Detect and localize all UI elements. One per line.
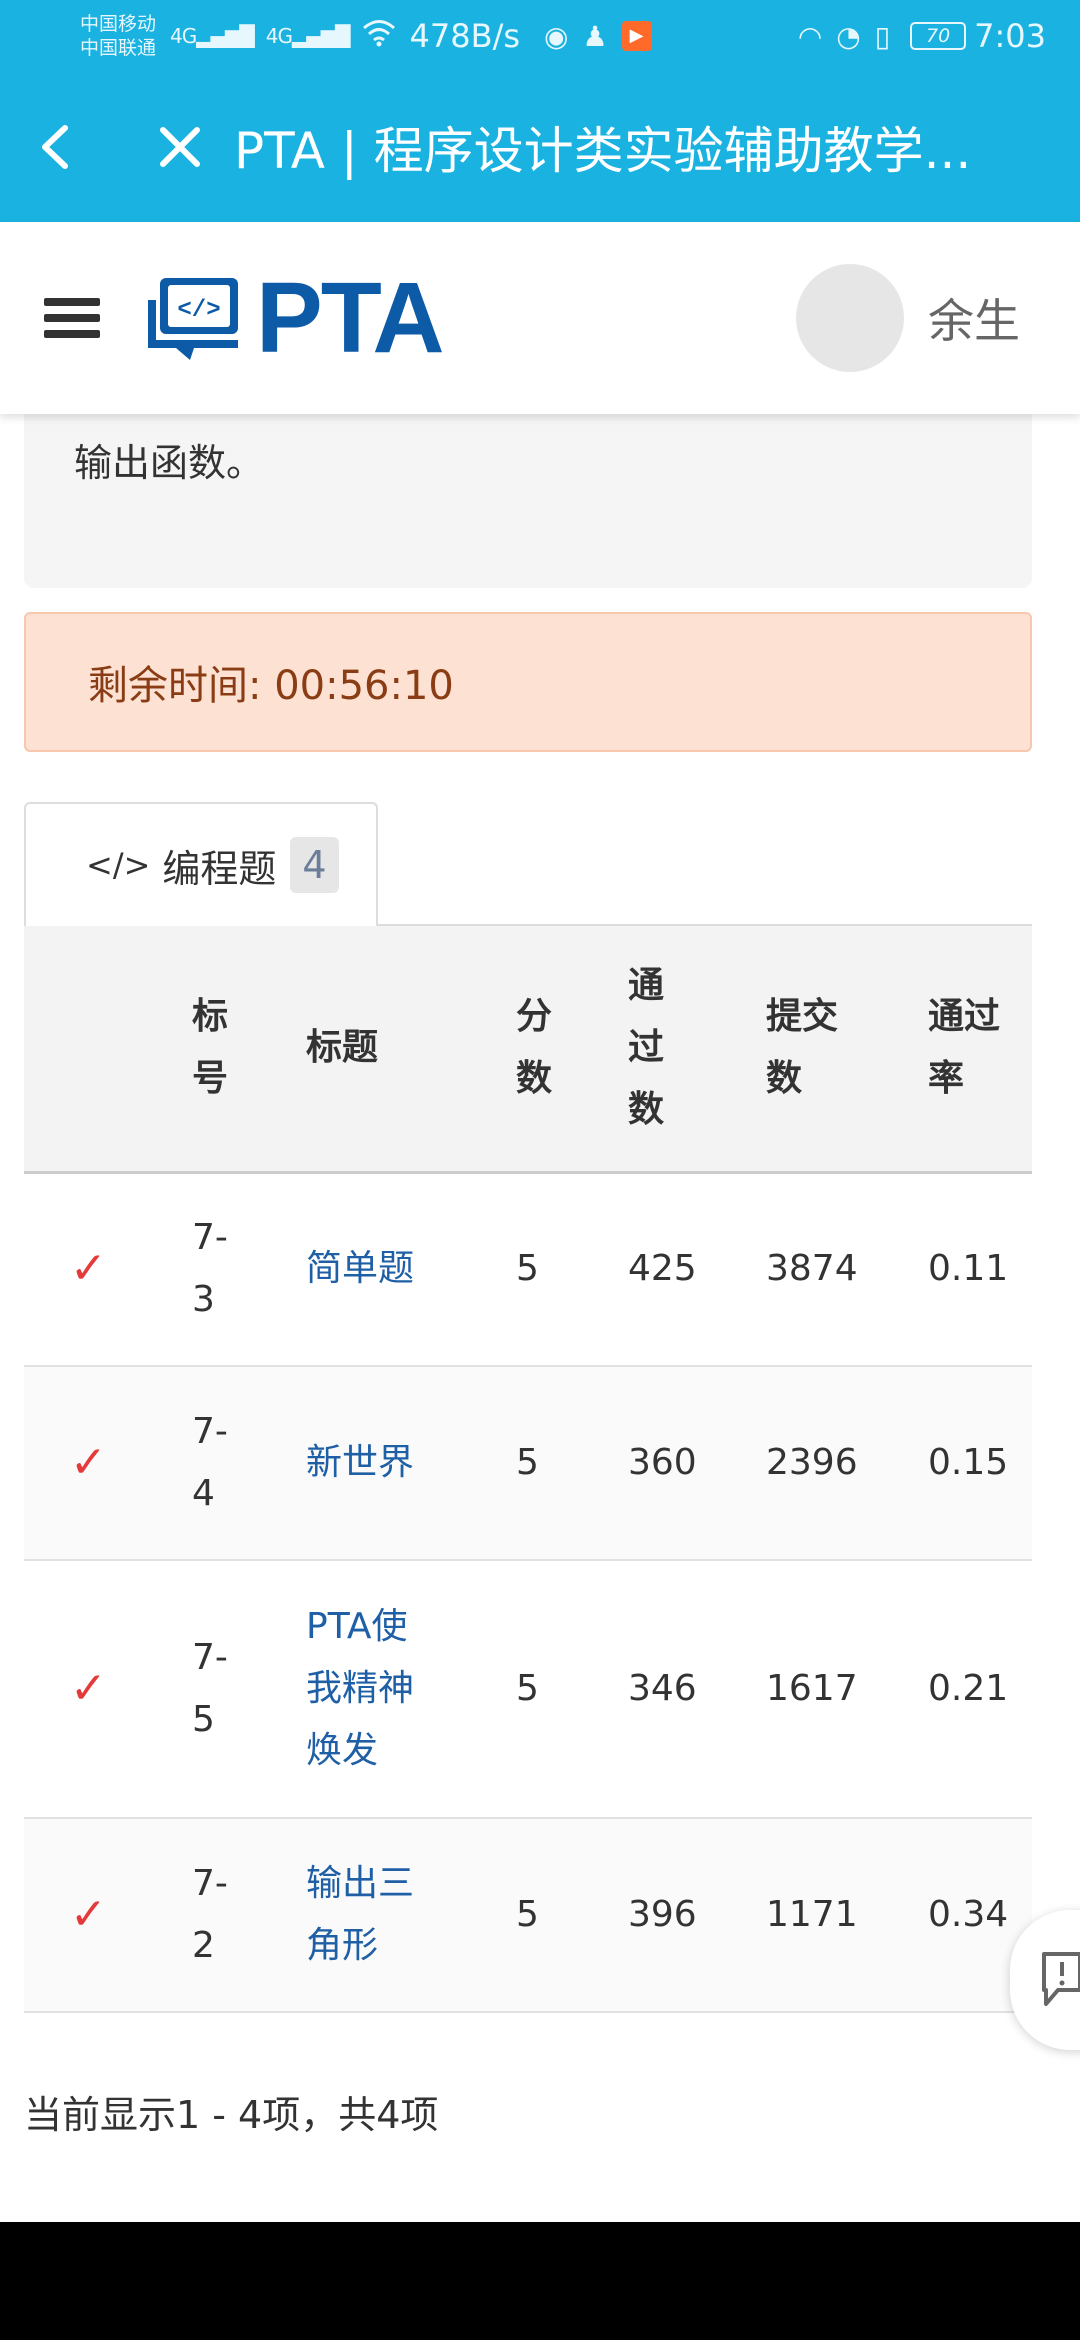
feedback-icon [1042,1952,1080,2006]
problem-rate: 0.11 [920,1172,1032,1367]
site-header: </> PTA 余生 [0,222,1080,414]
vibrate-icon: ▯ [874,19,891,53]
problem-title-link[interactable]: 输出三角形 [298,1818,508,2013]
tab-programming[interactable]: </> 编程题 4 [24,802,378,926]
tab-label: 编程题 [162,846,277,891]
problem-description: 输出函数。 [24,410,1032,588]
header-rate[interactable]: 通过率 [920,926,1032,1174]
status-bar: 中国移动 中国联通 4G▂▄▆█ 4G▂▄▆█ 478B/s ◉ ♟ ▶ ◠ ◔… [0,0,1080,72]
table-row[interactable]: ✓ 7-2 输出三角形 5 396 1171 0.34 [24,1818,1032,2013]
globe-icon: ◉ [544,19,569,53]
table-header-row: 标号 标题 分数 通过数 提交数 通过率 [24,926,1032,1174]
problem-passed: 425 [620,1172,758,1367]
code-icon: </> [86,846,151,884]
battery-icon: 70 [910,22,967,50]
system-nav-bar [0,2222,1080,2340]
problem-title-link[interactable]: PTA使我精神焕发 [298,1560,508,1819]
problem-id: 7-3 [184,1172,298,1367]
problem-submitted: 3874 [758,1172,920,1367]
alarm-icon: ◔ [836,19,861,53]
carrier-info: 中国移动 中国联通 [80,12,156,60]
remaining-time-alert: 剩余时间: 00:56:10 [24,612,1032,752]
tab-count-badge: 4 [290,837,339,893]
video-app-icon: ▶ [621,21,652,51]
header-status [24,926,184,1174]
check-icon: ✓ [24,1172,184,1367]
problem-score: 5 [508,1366,620,1561]
problem-id: 7-4 [184,1366,298,1561]
problem-rate: 0.21 [920,1560,1032,1819]
problem-score: 5 [508,1172,620,1367]
wifi-icon [362,19,396,54]
check-icon: ✓ [24,1560,184,1819]
headset-icon: ◠ [797,19,823,53]
code-bubble-icon: </> [148,278,238,360]
page-title: PTA | 程序设计类实验辅助教学... [234,122,972,180]
back-button[interactable] [24,117,84,177]
pagination-summary: 当前显示1 - 4项，共4项 [24,2093,439,2137]
check-icon: ✓ [24,1818,184,2013]
carrier-1: 中国移动 [80,13,157,35]
pta-logo[interactable]: </> PTA [146,262,445,374]
header-passed[interactable]: 通过数 [620,926,758,1174]
table-row[interactable]: ✓ 7-4 新世界 5 360 2396 0.15 [24,1366,1032,1561]
remaining-time-text: 剩余时间: 00:56:10 [88,663,454,709]
chevron-left-icon [42,125,68,169]
close-icon [160,127,200,167]
logo-text: PTA [256,262,445,374]
svg-text:</>: </> [177,297,220,324]
problem-title-link[interactable]: 新世界 [298,1366,508,1561]
close-button[interactable] [150,117,210,177]
problem-table: 标号 标题 分数 通过数 提交数 通过率 ✓ 7-3 简单题 5 425 387… [24,924,1032,2013]
header-submitted[interactable]: 提交数 [758,926,920,1174]
signal-icon-2: 4G▂▄▆█ [265,24,351,48]
problem-passed: 360 [620,1366,758,1561]
problem-id: 7-2 [184,1818,298,2013]
table-row[interactable]: ✓ 7-3 简单题 5 425 3874 0.11 [24,1172,1032,1367]
problem-score: 5 [508,1818,620,2013]
problem-id: 7-5 [184,1560,298,1819]
problem-submitted: 2396 [758,1366,920,1561]
check-icon: ✓ [24,1366,184,1561]
problem-submitted: 1171 [758,1818,920,2013]
user-name[interactable]: 余生 [928,285,1020,351]
header-title[interactable]: 标题 [298,926,508,1174]
qq-icon: ♟ [582,19,608,53]
clock: 7:03 [974,17,1046,55]
problem-title-link[interactable]: 简单题 [298,1172,508,1367]
header-id[interactable]: 标号 [184,926,298,1174]
problem-score: 5 [508,1560,620,1819]
avatar[interactable] [796,264,904,372]
carrier-2: 中国联通 [80,37,157,59]
problem-submitted: 1617 [758,1560,920,1819]
problem-passed: 346 [620,1560,758,1819]
header-score[interactable]: 分数 [508,926,620,1174]
problem-passed: 396 [620,1818,758,2013]
signal-icon: 4G▂▄▆█ [170,24,255,48]
description-text: 输出函数。 [74,441,265,485]
hamburger-menu-button[interactable] [44,290,100,346]
table-row[interactable]: ✓ 7-5 PTA使我精神焕发 5 346 1617 0.21 [24,1560,1032,1819]
app-bar: PTA | 程序设计类实验辅助教学... [0,72,1080,222]
problem-rate: 0.15 [920,1366,1032,1561]
net-speed: 478B/s [409,17,521,55]
